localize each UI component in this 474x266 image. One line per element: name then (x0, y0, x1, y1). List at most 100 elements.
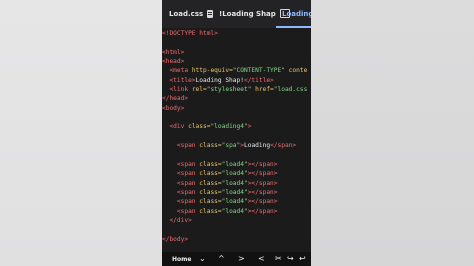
code-line: <span class="load4"></span> (162, 197, 311, 206)
code-line: <span class="load4"></span> (162, 207, 311, 216)
code-token: class= (199, 160, 222, 168)
code-token: class= (199, 170, 222, 178)
code-token: class= (199, 198, 222, 206)
code-token: "load4" (221, 198, 248, 206)
tab-loading-shap[interactable]: !Loading Shap (219, 0, 290, 27)
code-line: <div class="loading4"> (162, 122, 311, 131)
cut-icon[interactable]: ✂ (275, 254, 282, 263)
right-background (311, 0, 474, 266)
active-tab-indicator (276, 26, 311, 28)
chevron-right-icon[interactable]: > (238, 254, 245, 263)
code-token: </head> (162, 95, 189, 103)
code-token: <span (176, 160, 200, 168)
code-token: <span (176, 188, 200, 196)
left-background (0, 0, 162, 266)
code-token: ></span> (247, 207, 278, 215)
code-token: <head> (162, 58, 185, 66)
redo-icon[interactable]: ↪ (287, 254, 294, 263)
code-token: ></span> (247, 160, 278, 168)
code-line: </div> (162, 216, 311, 225)
code-token: <link (169, 86, 192, 94)
bottom-toolbar: Home ⌄ ^ > < ✂ ↪ ↩ (162, 252, 311, 266)
code-token: <span (176, 198, 200, 206)
chevron-down-icon[interactable]: ⌄ (199, 254, 206, 263)
editor-tab-bar: Load.css !Loading Shap Loading .h (162, 0, 311, 28)
code-token: http-equiv= (191, 67, 233, 75)
tab-label: Load.css (169, 9, 204, 18)
code-token: class= (188, 123, 211, 131)
tab-loading-html[interactable]: Loading .h (282, 0, 311, 27)
code-token: <span (176, 207, 200, 215)
code-token: conte (284, 67, 308, 75)
code-line: <span class="load4"></span> (162, 188, 311, 197)
code-token: href= (251, 86, 274, 94)
code-token: <title> (169, 76, 196, 84)
code-token: </div> (169, 216, 192, 224)
code-line: <span class="load4"></span> (162, 179, 311, 188)
code-token: class= (199, 188, 222, 196)
code-token: "load4" (221, 179, 248, 187)
tab-load-css[interactable]: Load.css (169, 0, 214, 27)
code-line: <body> (162, 104, 311, 113)
tab-label: !Loading Shap (219, 9, 276, 18)
code-line: <link rel="stylesheet" href="load.css (162, 85, 311, 94)
code-token: <div (169, 123, 189, 131)
code-token: <html> (162, 48, 185, 56)
code-line: <!DOCTYPE html> (162, 29, 311, 38)
code-token: ></span> (247, 170, 278, 178)
code-line: <html> (162, 48, 311, 57)
code-line: <meta http-equiv="CONTENT-TYPE" conte (162, 66, 311, 75)
chevron-up-icon[interactable]: ^ (218, 254, 225, 263)
code-line: <span class="load4"></span> (162, 160, 311, 169)
code-token: "load4" (221, 160, 248, 168)
code-token: rel= (191, 86, 207, 94)
code-token: <span (176, 142, 200, 150)
code-line: </head> (162, 94, 311, 103)
code-token: "stylesheet" (206, 86, 252, 94)
code-line: </body> (162, 235, 311, 244)
code-editor-screen: Load.css !Loading Shap Loading .h <!DOCT… (162, 0, 311, 266)
file-icon (207, 9, 214, 18)
tab-label: Loading .h (282, 9, 311, 18)
code-token: </span> (270, 142, 297, 150)
code-token: <span (176, 170, 200, 178)
code-token: Loading Shap! (195, 76, 244, 84)
code-token: ></span> (247, 198, 278, 206)
code-token: ></span> (247, 188, 278, 196)
code-token: <!DOCTYPE html> (162, 30, 218, 37)
chevron-left-icon[interactable]: < (258, 254, 265, 263)
code-token: class= (199, 179, 222, 187)
code-token: class= (199, 142, 222, 150)
code-token: </body> (162, 235, 189, 243)
home-button[interactable]: Home (172, 256, 191, 263)
undo-icon[interactable]: ↩ (299, 254, 306, 263)
code-token: class= (199, 207, 222, 215)
code-token: Loading (244, 142, 271, 150)
code-token: <body> (162, 104, 185, 112)
code-token: "load4" (221, 170, 248, 178)
code-line: <span class="spa">Loading</span> (162, 141, 311, 150)
code-area[interactable]: <!DOCTYPE html> <html> <head> <meta http-… (162, 29, 311, 244)
code-line: <head> (162, 57, 311, 66)
code-token: <span (176, 179, 200, 187)
code-token: </title> (243, 76, 274, 84)
code-token: > (247, 123, 252, 131)
code-token: ></span> (247, 179, 278, 187)
code-line: <title>Loading Shap!</title> (162, 76, 311, 85)
code-token: "load4" (221, 207, 248, 215)
code-token: "load.css (273, 86, 308, 94)
code-line: <span class="load4"></span> (162, 169, 311, 178)
code-token: <meta (169, 67, 192, 75)
